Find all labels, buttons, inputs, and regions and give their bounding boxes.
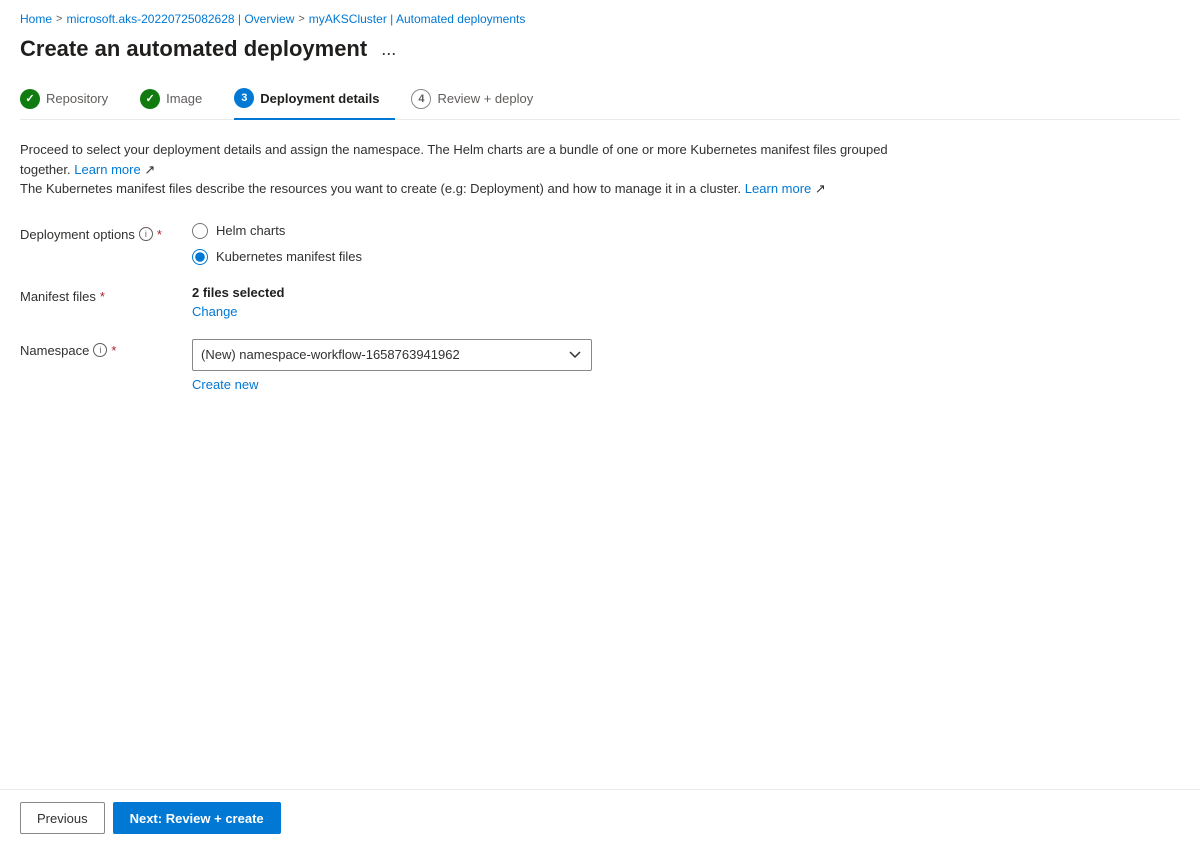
namespace-required: * bbox=[111, 343, 116, 358]
deployment-options-label: Deployment options i * bbox=[20, 223, 180, 242]
deployment-options-radio-group: Helm charts Kubernetes manifest files bbox=[192, 223, 720, 265]
description-learn-more-2[interactable]: Learn more bbox=[745, 181, 811, 196]
namespace-dropdown[interactable]: (New) namespace-workflow-1658763941962 bbox=[192, 339, 592, 371]
ellipsis-button[interactable]: ... bbox=[375, 37, 402, 62]
description: Proceed to select your deployment detail… bbox=[20, 140, 920, 199]
kubernetes-manifest-option[interactable]: Kubernetes manifest files bbox=[192, 249, 720, 265]
deployment-options-info-icon[interactable]: i bbox=[139, 227, 153, 241]
manifest-files-label: Manifest files * bbox=[20, 285, 180, 304]
previous-button[interactable]: Previous bbox=[20, 802, 105, 834]
namespace-field: (New) namespace-workflow-1658763941962 C… bbox=[192, 339, 720, 392]
manifest-files-required: * bbox=[100, 289, 105, 304]
namespace-info-icon[interactable]: i bbox=[93, 343, 107, 357]
kubernetes-manifest-radio[interactable] bbox=[192, 249, 208, 265]
kubernetes-manifest-label: Kubernetes manifest files bbox=[216, 249, 362, 264]
step-number-deployment: 3 bbox=[241, 92, 247, 104]
helm-charts-label: Helm charts bbox=[216, 223, 285, 238]
step-circle-review: 4 bbox=[411, 89, 431, 109]
step-number-review: 4 bbox=[418, 93, 424, 105]
step-circle-image: ✓ bbox=[140, 89, 160, 109]
namespace-label: Namespace i * bbox=[20, 339, 180, 358]
step-check-image: ✓ bbox=[146, 92, 155, 105]
manifest-files-field: 2 files selected Change bbox=[192, 285, 720, 319]
manifest-files-text: Manifest files bbox=[20, 289, 96, 304]
namespace-row: Namespace i * (New) namespace-workflow-1… bbox=[20, 339, 720, 392]
files-selected-text: 2 files selected bbox=[192, 285, 720, 300]
breadcrumb-home[interactable]: Home bbox=[20, 12, 52, 26]
step-label-repository: Repository bbox=[46, 91, 108, 106]
step-check-repository: ✓ bbox=[25, 92, 34, 105]
breadcrumb: Home > microsoft.aks-20220725082628 | Ov… bbox=[20, 12, 1180, 26]
footer: Previous Next: Review + create bbox=[0, 789, 1200, 846]
page-title-row: Create an automated deployment ... bbox=[20, 36, 1180, 62]
breadcrumb-sep-1: > bbox=[56, 13, 62, 25]
namespace-text: Namespace bbox=[20, 343, 89, 358]
step-circle-repository: ✓ bbox=[20, 89, 40, 109]
form-section: Deployment options i * Helm charts Kuber… bbox=[20, 223, 720, 392]
step-label-deployment: Deployment details bbox=[260, 91, 379, 106]
step-circle-deployment: 3 bbox=[234, 88, 254, 108]
description-line2-prefix: The Kubernetes manifest files describe t… bbox=[20, 181, 741, 196]
helm-charts-radio[interactable] bbox=[192, 223, 208, 239]
deployment-options-required: * bbox=[157, 227, 162, 242]
external-link-icon-2: ↗ bbox=[815, 181, 826, 196]
step-label-review: Review + deploy bbox=[437, 91, 533, 106]
helm-charts-option[interactable]: Helm charts bbox=[192, 223, 720, 239]
breadcrumb-aks[interactable]: microsoft.aks-20220725082628 | Overview bbox=[66, 12, 294, 26]
wizard-step-review[interactable]: 4 Review + deploy bbox=[411, 81, 549, 119]
step-label-image: Image bbox=[166, 91, 202, 106]
description-learn-more-1[interactable]: Learn more bbox=[74, 162, 140, 177]
page-title: Create an automated deployment bbox=[20, 36, 367, 62]
create-new-namespace-link[interactable]: Create new bbox=[192, 377, 720, 392]
wizard-steps: ✓ Repository ✓ Image 3 Deployment detail… bbox=[20, 80, 1180, 120]
deployment-options-row: Deployment options i * Helm charts Kuber… bbox=[20, 223, 720, 265]
change-files-link[interactable]: Change bbox=[192, 304, 238, 319]
breadcrumb-sep-2: > bbox=[298, 13, 304, 25]
deployment-options-text: Deployment options bbox=[20, 227, 135, 242]
manifest-files-row: Manifest files * 2 files selected Change bbox=[20, 285, 720, 319]
wizard-step-image[interactable]: ✓ Image bbox=[140, 81, 218, 119]
breadcrumb-cluster[interactable]: myAKSCluster | Automated deployments bbox=[309, 12, 526, 26]
external-link-icon-1: ↗ bbox=[144, 162, 155, 177]
next-button[interactable]: Next: Review + create bbox=[113, 802, 281, 834]
wizard-step-repository[interactable]: ✓ Repository bbox=[20, 81, 124, 119]
wizard-step-deployment-details[interactable]: 3 Deployment details bbox=[234, 80, 395, 120]
